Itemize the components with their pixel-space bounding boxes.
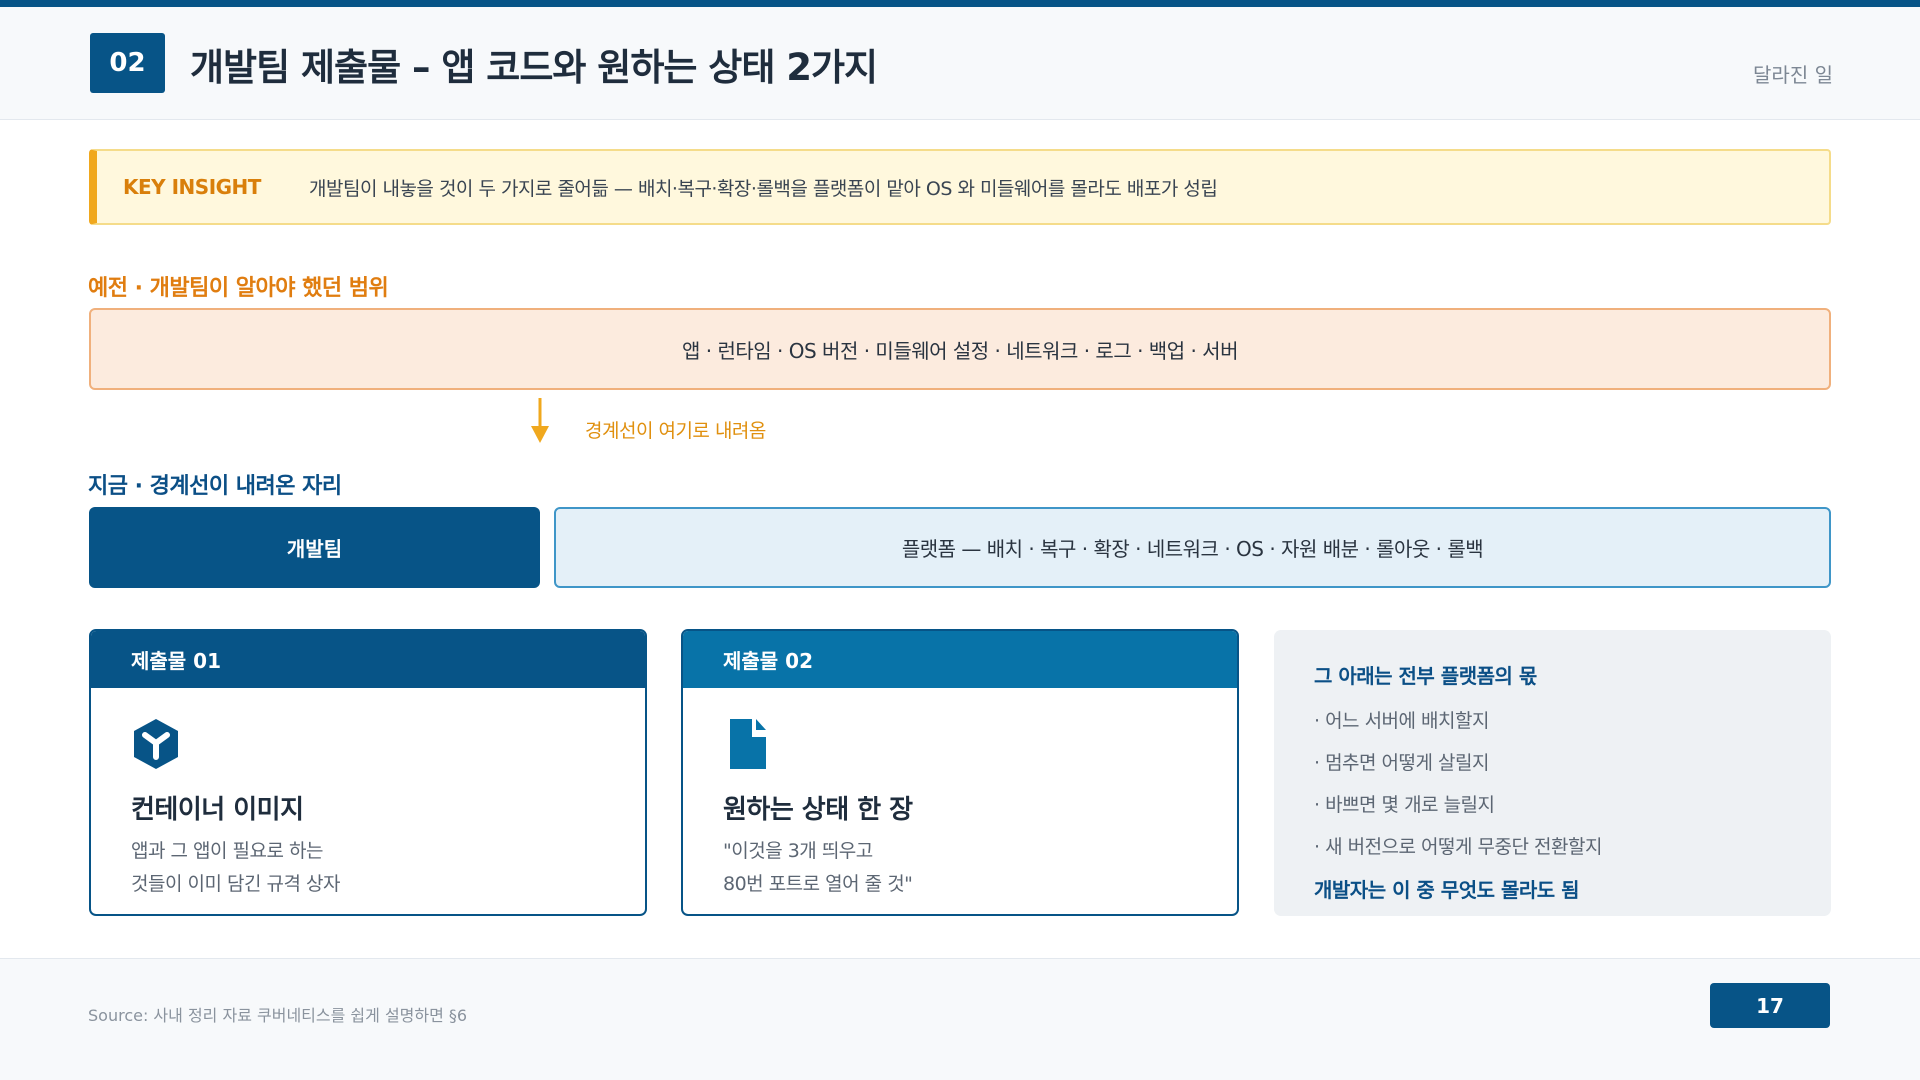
key-insight-box: KEY INSIGHT 개발팀이 내놓을 것이 두 가지로 줄어듦 — 배치·복… <box>89 149 1831 225</box>
card-title: 컨테이너 이미지 <box>131 795 304 825</box>
deliverable-card-02: 제출물 02 원하는 상태 한 장 "이것을 3개 띄우고 80번 포트로 열어… <box>681 629 1239 916</box>
platform-bundle-item: · 바쁘면 몇 개로 늘릴지 <box>1314 794 1495 816</box>
platform-scope-box: 플랫폼 — 배치 · 복구 · 확장 · 네트워크 · OS · 자원 배분 ·… <box>554 507 1831 588</box>
card-header: 제출물 02 <box>683 631 1237 688</box>
arrow-down-icon <box>531 398 549 443</box>
platform-bundle-item: · 멈추면 어떻게 살릴지 <box>1314 752 1489 774</box>
before-scope-box: 앱 · 런타임 · OS 버전 · 미들웨어 설정 · 네트워크 · 로그 · … <box>89 308 1831 390</box>
card-title: 원하는 상태 한 장 <box>723 795 913 825</box>
section-tag: 달라진 일 <box>1753 63 1833 87</box>
platform-bundle-box: 그 아래는 전부 플랫폼의 몫 · 어느 서버에 배치할지 · 멈추면 어떻게 … <box>1274 630 1831 916</box>
container-cube-icon <box>134 719 178 769</box>
card-description-line: "이것을 3개 띄우고 <box>723 840 873 862</box>
deliverable-card-01: 제출물 01 컨테이너 이미지 앱과 그 앱이 필요로 하는 것들이 이미 담긴… <box>89 629 647 916</box>
platform-bundle-conclusion: 개발자는 이 중 무엇도 몰라도 됨 <box>1314 878 1580 902</box>
before-section-label: 예전 · 개발팀이 알아야 했던 범위 <box>88 276 389 301</box>
card-description-line: 것들이 이미 담긴 규격 상자 <box>131 873 340 895</box>
platform-scope-text: 플랫폼 — 배치 · 복구 · 확장 · 네트워크 · OS · 자원 배분 ·… <box>901 537 1484 561</box>
card-header: 제출물 01 <box>91 631 645 688</box>
now-section-label: 지금 · 경계선이 내려온 자리 <box>88 474 342 499</box>
top-accent-bar <box>0 0 1920 7</box>
insight-label: KEY INSIGHT <box>123 175 261 199</box>
card-description-line: 앱과 그 앱이 필요로 하는 <box>131 840 323 862</box>
platform-bundle-item: · 어느 서버에 배치할지 <box>1314 710 1489 732</box>
page-number: 17 <box>1710 983 1830 1028</box>
card-description-line: 80번 포트로 열어 줄 것" <box>723 873 913 895</box>
document-icon <box>730 719 766 769</box>
platform-bundle-item: · 새 버전으로 어떻게 무중단 전환할지 <box>1314 836 1602 858</box>
section-number-badge: 02 <box>90 33 165 93</box>
insight-text: 개발팀이 내놓을 것이 두 가지로 줄어듦 — 배치·복구·확장·롤백을 플랫폼… <box>309 177 1218 200</box>
source-citation: Source: 사내 정리 자료 쿠버네티스를 쉽게 설명하면 §6 <box>88 1006 468 1025</box>
dev-team-box: 개발팀 <box>89 507 540 588</box>
before-scope-text: 앱 · 런타임 · OS 버전 · 미들웨어 설정 · 네트워크 · 로그 · … <box>682 338 1238 363</box>
header: 02 개발팀 제출물 – 앱 코드와 원하는 상태 2가지 달라진 일 <box>0 7 1920 120</box>
platform-bundle-title: 그 아래는 전부 플랫폼의 몫 <box>1314 664 1537 688</box>
footer: Source: 사내 정리 자료 쿠버네티스를 쉽게 설명하면 §6 17 <box>0 958 1920 1080</box>
page-title: 개발팀 제출물 – 앱 코드와 원하는 상태 2가지 <box>190 46 878 89</box>
dev-team-label: 개발팀 <box>286 537 343 561</box>
boundary-arrow-label: 경계선이 여기로 내려옴 <box>585 420 766 442</box>
